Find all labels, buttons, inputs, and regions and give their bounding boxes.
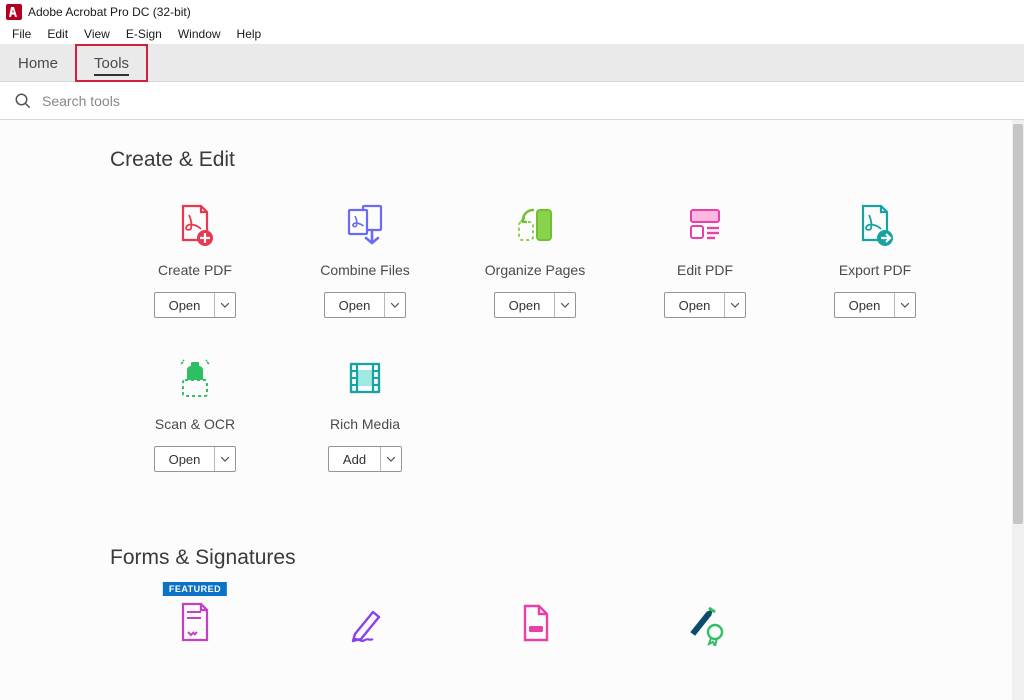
tab-tools[interactable]: Tools	[76, 45, 147, 81]
tool-scan-ocr-caret[interactable]	[215, 447, 235, 471]
acrobat-app-icon	[6, 4, 22, 20]
tool-organize-pages-button[interactable]: Open	[494, 292, 577, 318]
tool-create-pdf-caret[interactable]	[215, 293, 235, 317]
titlebar: Adobe Acrobat Pro DC (32-bit)	[0, 0, 1024, 24]
menu-file[interactable]: File	[4, 24, 39, 44]
searchbar	[0, 82, 1024, 120]
menu-window[interactable]: Window	[170, 24, 229, 44]
tool-organize-pages-caret[interactable]	[555, 293, 575, 317]
tool-scan-ocr-label: Scan & OCR	[155, 416, 235, 432]
tool-combine-files-button[interactable]: Open	[324, 292, 407, 318]
create-pdf-icon	[171, 200, 219, 248]
menu-help[interactable]: Help	[229, 24, 270, 44]
window-title: Adobe Acrobat Pro DC (32-bit)	[28, 5, 191, 19]
search-icon	[14, 92, 32, 110]
certificates-icon	[681, 598, 729, 646]
tool-fill-sign[interactable]	[280, 598, 450, 660]
tool-export-pdf-label: Export PDF	[839, 262, 911, 278]
tool-rich-media-caret[interactable]	[381, 447, 401, 471]
tab-home[interactable]: Home	[0, 45, 76, 81]
combine-files-icon	[341, 200, 389, 248]
tool-create-pdf-action[interactable]: Open	[155, 293, 216, 317]
tool-edit-pdf-caret[interactable]	[725, 293, 745, 317]
tabbar: Home Tools	[0, 45, 1024, 82]
scrollbar-thumb[interactable]	[1013, 124, 1023, 524]
tool-rich-media-action[interactable]: Add	[329, 447, 381, 471]
content-viewport: Create & Edit Create PDF Open	[0, 120, 1024, 700]
tool-rich-media-label: Rich Media	[330, 416, 400, 432]
tool-rich-media-button[interactable]: Add	[328, 446, 402, 472]
edit-pdf-icon	[681, 200, 729, 248]
tool-export-pdf-action[interactable]: Open	[835, 293, 896, 317]
scan-ocr-icon	[171, 354, 219, 402]
export-pdf-icon	[851, 200, 899, 248]
menubar: File Edit View E-Sign Window Help	[0, 24, 1024, 45]
search-input[interactable]	[42, 93, 1024, 109]
tool-export-pdf[interactable]: Export PDF Open	[790, 200, 960, 318]
tool-combine-files[interactable]: Combine Files Open	[280, 200, 450, 318]
fill-sign-icon	[341, 598, 389, 646]
tool-create-pdf[interactable]: Create PDF Open	[110, 200, 280, 318]
organize-pages-icon	[511, 200, 559, 248]
menu-esign[interactable]: E-Sign	[118, 24, 170, 44]
section-forms-signatures-title: Forms & Signatures	[110, 546, 1012, 570]
tool-export-pdf-button[interactable]: Open	[834, 292, 917, 318]
tool-create-pdf-button[interactable]: Open	[154, 292, 237, 318]
featured-badge: FEATURED	[163, 582, 227, 596]
create-edit-grid: Create PDF Open Combine Files	[110, 200, 970, 508]
tab-tools-label: Tools	[94, 55, 129, 72]
prepare-form-icon	[511, 598, 559, 646]
tool-create-pdf-label: Create PDF	[158, 262, 232, 278]
tool-certificates[interactable]	[620, 598, 790, 660]
tool-scan-ocr-action[interactable]: Open	[155, 447, 216, 471]
tool-request-signatures[interactable]: FEATURED	[110, 598, 280, 660]
tool-edit-pdf-button[interactable]: Open	[664, 292, 747, 318]
request-signatures-icon	[171, 598, 219, 646]
tool-combine-files-label: Combine Files	[320, 262, 409, 278]
tool-edit-pdf-action[interactable]: Open	[665, 293, 726, 317]
menu-view[interactable]: View	[76, 24, 118, 44]
tool-prepare-form[interactable]	[450, 598, 620, 660]
tool-export-pdf-caret[interactable]	[895, 293, 915, 317]
tools-content: Create & Edit Create PDF Open	[0, 120, 1012, 700]
tool-organize-pages-label: Organize Pages	[485, 262, 585, 278]
tool-scan-ocr[interactable]: Scan & OCR Open	[110, 354, 280, 472]
vertical-scrollbar[interactable]	[1012, 120, 1024, 700]
section-create-edit-title: Create & Edit	[110, 148, 1012, 172]
tool-organize-pages[interactable]: Organize Pages Open	[450, 200, 620, 318]
tool-edit-pdf[interactable]: Edit PDF Open	[620, 200, 790, 318]
tool-rich-media[interactable]: Rich Media Add	[280, 354, 450, 472]
tool-combine-files-caret[interactable]	[385, 293, 405, 317]
forms-signatures-grid: FEATURED	[110, 598, 970, 696]
tab-underline	[94, 74, 129, 76]
tool-edit-pdf-label: Edit PDF	[677, 262, 733, 278]
tab-home-label: Home	[18, 55, 58, 72]
tool-scan-ocr-button[interactable]: Open	[154, 446, 237, 472]
tool-combine-files-action[interactable]: Open	[325, 293, 386, 317]
tool-organize-pages-action[interactable]: Open	[495, 293, 556, 317]
rich-media-icon	[341, 354, 389, 402]
menu-edit[interactable]: Edit	[39, 24, 76, 44]
